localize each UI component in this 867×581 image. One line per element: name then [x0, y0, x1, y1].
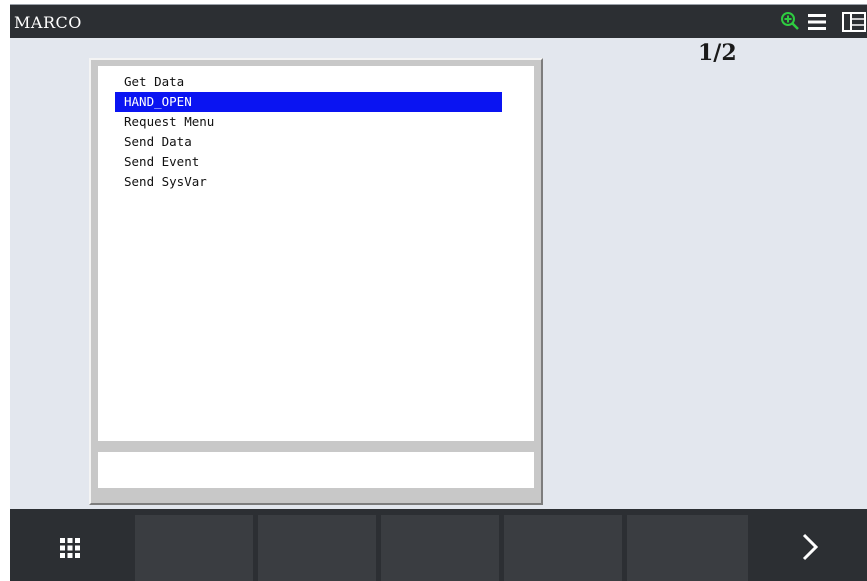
- function-key-bar: [10, 509, 867, 581]
- app-title: MARCO: [14, 13, 82, 32]
- function-key-1[interactable]: [135, 515, 253, 581]
- function-key-5[interactable]: [627, 515, 748, 581]
- apps-button[interactable]: [10, 515, 130, 581]
- menu-item-send-sysvar[interactable]: Send SysVar: [115, 172, 502, 192]
- menu-item-request-menu[interactable]: Request Menu: [115, 112, 502, 132]
- function-key-3[interactable]: [381, 515, 499, 581]
- menu-panel: Get Data HAND_OPEN Request Menu Send Dat…: [89, 58, 543, 505]
- zoom-in-icon[interactable]: [780, 11, 800, 37]
- menu-item-get-data[interactable]: Get Data: [115, 72, 502, 92]
- title-bar: MARCO: [10, 5, 867, 38]
- menu-item-send-data[interactable]: Send Data: [115, 132, 502, 152]
- grid-apps-icon: [60, 538, 80, 562]
- menu-item-send-event[interactable]: Send Event: [115, 152, 502, 172]
- menu-icon[interactable]: [807, 13, 827, 35]
- menu-input-field[interactable]: [98, 452, 534, 488]
- menu-item-hand-open[interactable]: HAND_OPEN: [115, 92, 502, 112]
- page-indicator: 1/2: [698, 40, 737, 66]
- menu-list: Get Data HAND_OPEN Request Menu Send Dat…: [98, 66, 534, 441]
- function-key-4[interactable]: [504, 515, 622, 581]
- function-key-2[interactable]: [258, 515, 376, 581]
- chevron-right-icon: [802, 533, 819, 565]
- split-view-icon[interactable]: [842, 12, 866, 36]
- next-page-button[interactable]: [754, 515, 867, 581]
